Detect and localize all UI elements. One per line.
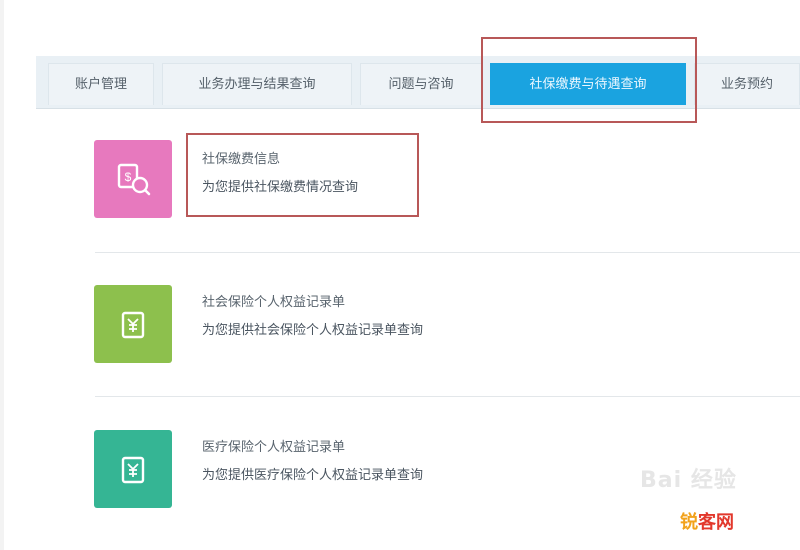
card-desc-social-insurance-record: 为您提供社会保险个人权益记录单查询 — [202, 323, 424, 338]
tab-questions-consult[interactable]: 问题与咨询 — [360, 63, 482, 105]
site-logo-part1: 锐 — [680, 512, 698, 533]
tab-account-management[interactable]: 账户管理 — [48, 63, 154, 105]
page-left-edge — [0, 0, 4, 550]
site-logo: 锐客网 — [680, 508, 734, 534]
card-title-social-insurance-record[interactable]: 社会保险个人权益记录单 — [202, 291, 345, 310]
site-logo-part2: 客网 — [698, 512, 734, 533]
divider — [95, 252, 800, 253]
tab-appointment[interactable]: 业务预约 — [694, 63, 800, 105]
highlight-box-fee-info — [186, 133, 419, 217]
divider — [95, 396, 800, 397]
document-icon[interactable] — [94, 285, 172, 363]
highlight-box-active-tab — [481, 37, 697, 123]
fee-query-icon[interactable]: $ — [94, 140, 172, 218]
service-card-social-insurance-record: 社会保险个人权益记录单 为您提供社会保险个人权益记录单查询 — [90, 285, 800, 365]
watermark: Bai 经验 — [640, 468, 737, 493]
card-desc-medical-insurance-record: 为您提供医疗保险个人权益记录单查询 — [202, 468, 424, 483]
card-title-medical-insurance-record[interactable]: 医疗保险个人权益记录单 — [202, 436, 345, 455]
svg-text:$: $ — [125, 170, 132, 184]
document-icon[interactable] — [94, 430, 172, 508]
tab-business-results[interactable]: 业务办理与结果查询 — [162, 63, 352, 105]
